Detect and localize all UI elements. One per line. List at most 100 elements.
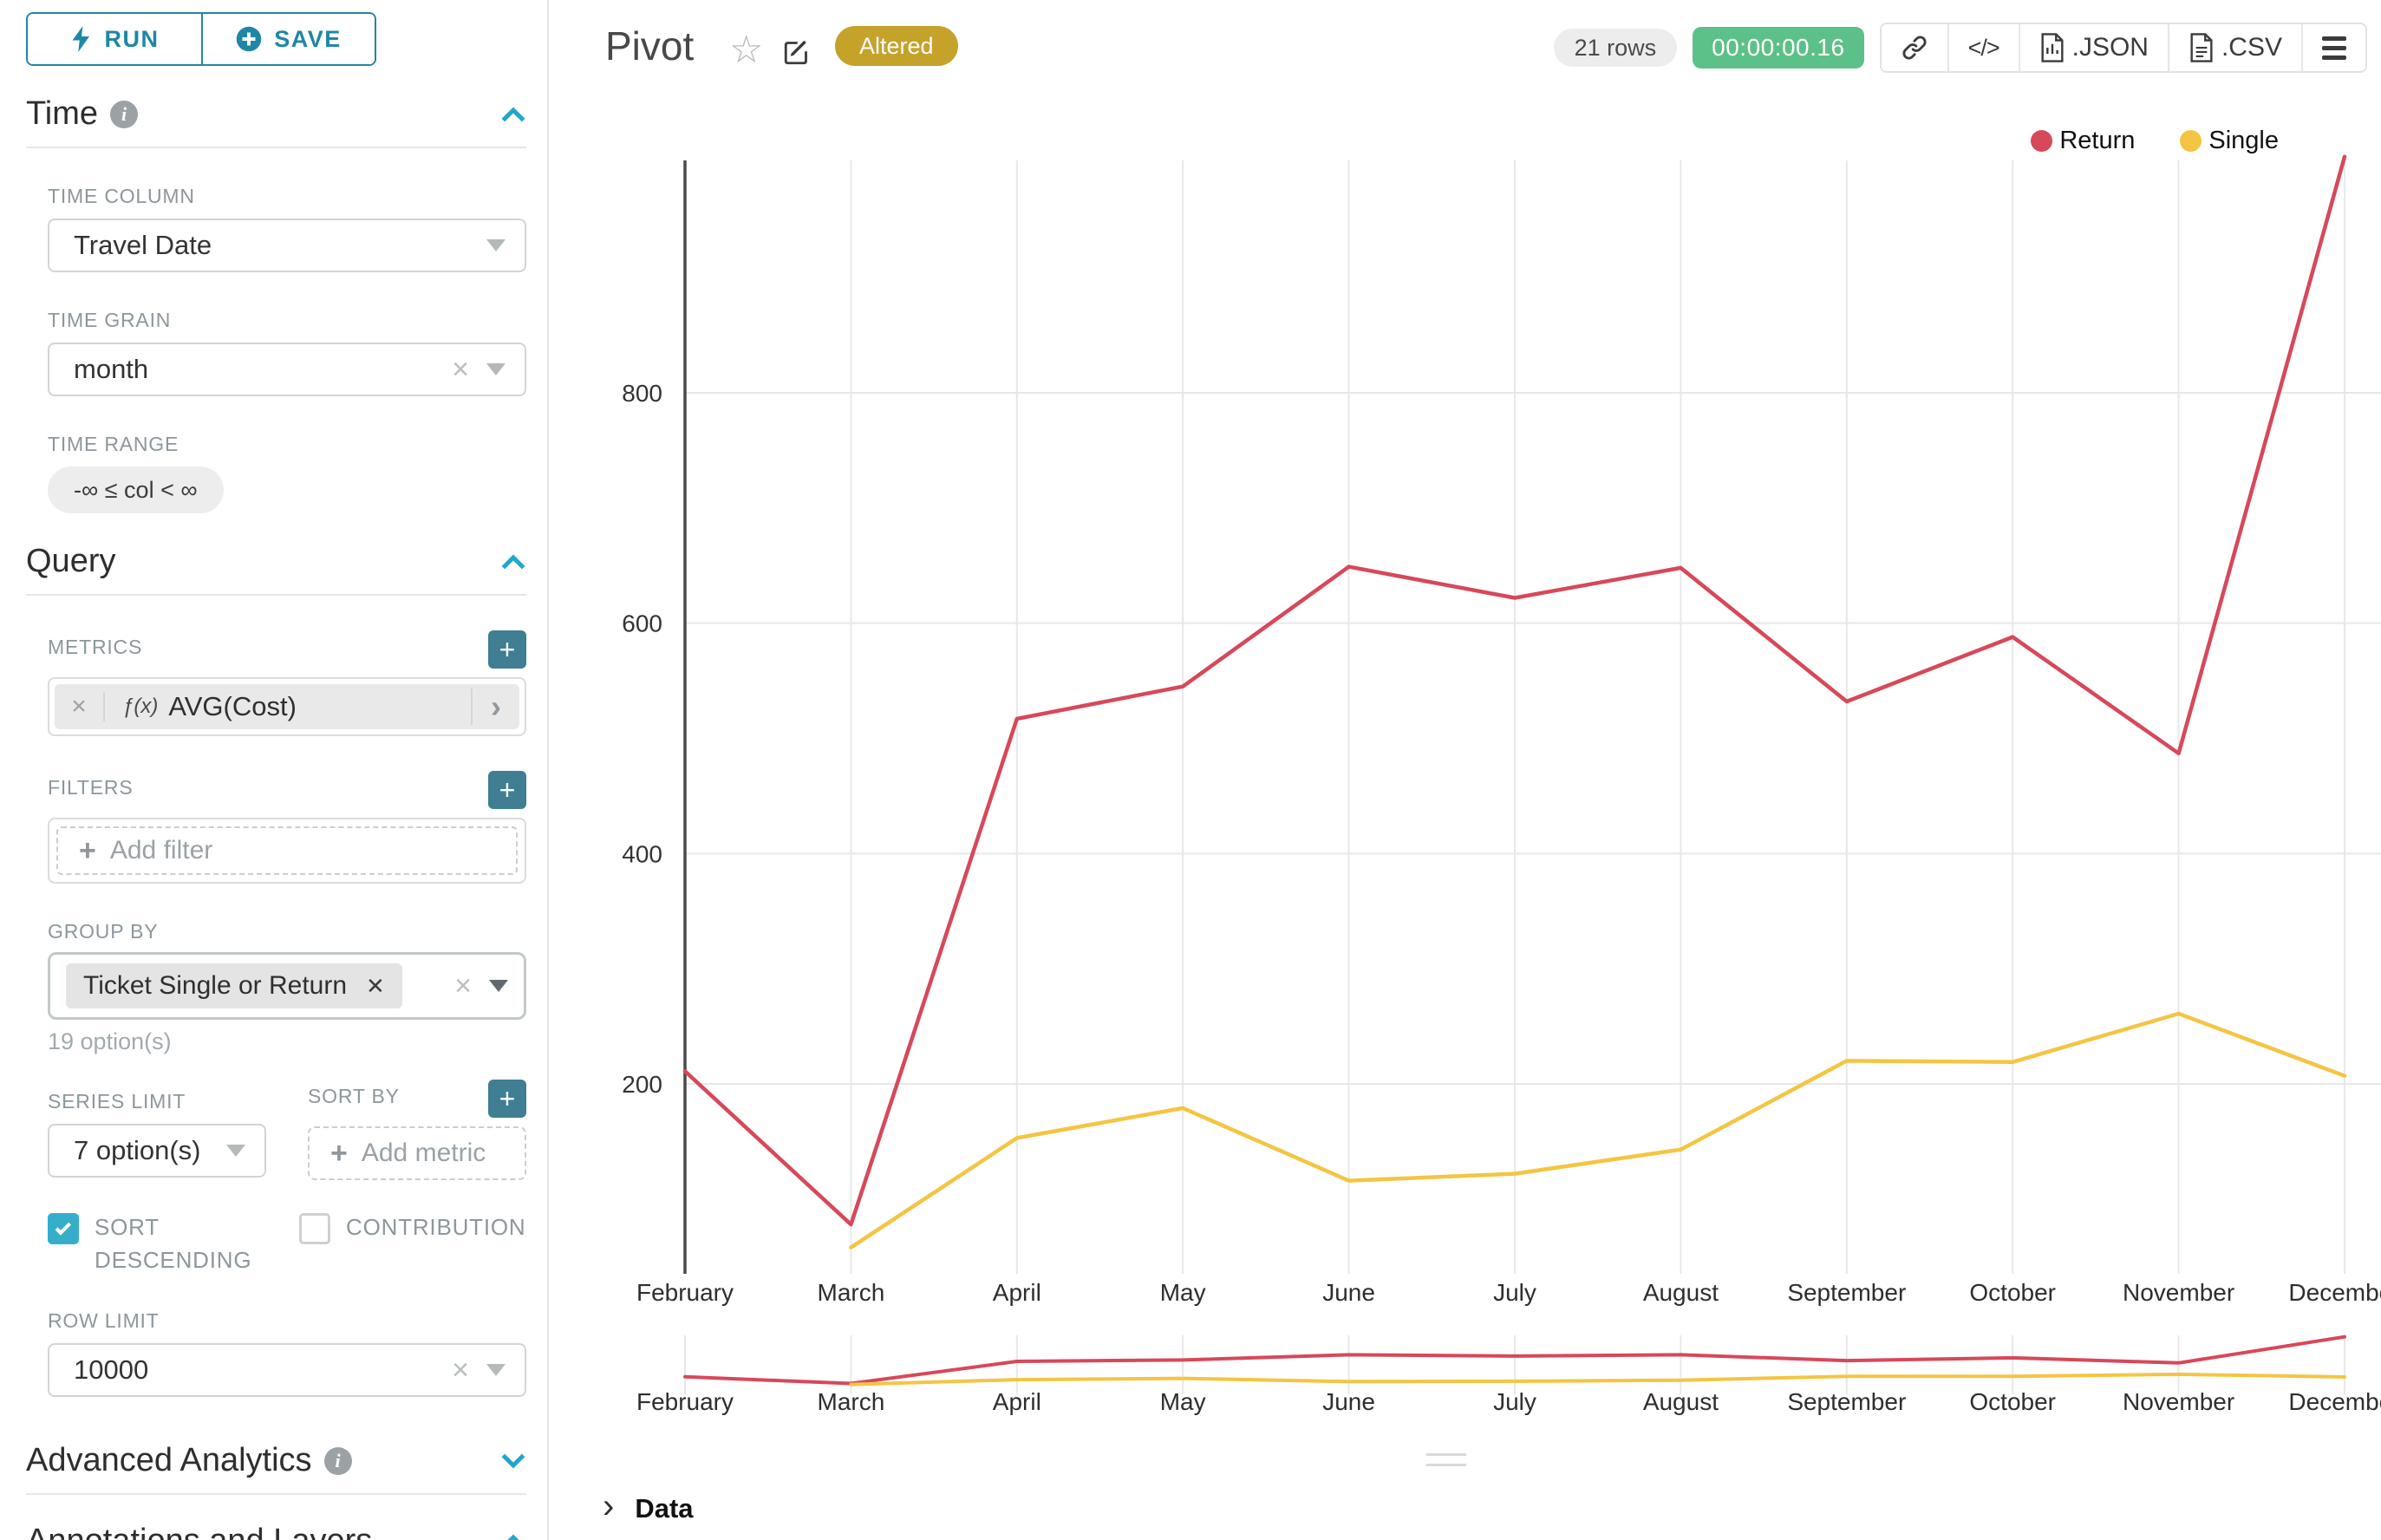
file-text-icon xyxy=(2189,33,2215,62)
favorite-star-icon[interactable]: ☆ xyxy=(729,28,763,72)
group-by-tag-label: Ticket Single or Return xyxy=(83,971,347,1001)
svg-text:November: November xyxy=(2123,1388,2234,1415)
group-by-tag[interactable]: Ticket Single or Return ✕ xyxy=(66,963,402,1008)
time-range-pill[interactable]: -∞ ≤ col < ∞ xyxy=(48,467,224,513)
time-column-field: TIME COLUMN Travel Date xyxy=(48,185,526,272)
sort-descending-checkbox[interactable]: SORT DESCENDING xyxy=(48,1211,275,1276)
menu-icon xyxy=(2322,36,2346,60)
export-json-label: .JSON xyxy=(2072,33,2149,62)
clear-icon[interactable]: × xyxy=(452,353,469,387)
svg-text:December: December xyxy=(2288,1388,2381,1415)
metric-pill[interactable]: × ƒ(x) AVG(Cost) › xyxy=(55,684,519,729)
annotations-layers-header[interactable]: Annotations and Layers xyxy=(26,1523,526,1540)
svg-text:July: July xyxy=(1493,1279,1536,1306)
svg-text:December: December xyxy=(2288,1279,2381,1306)
share-link-button[interactable] xyxy=(1882,24,1947,71)
header-actions: 21 rows 00:00:00.16 </> xyxy=(1554,23,2367,73)
svg-text:February: February xyxy=(636,1279,734,1306)
add-filter-placeholder: Add filter xyxy=(110,836,212,865)
group-by-options-hint: 19 option(s) xyxy=(48,1028,526,1055)
chevron-up-icon[interactable] xyxy=(500,106,526,123)
time-range-field: TIME RANGE -∞ ≤ col < ∞ xyxy=(48,433,526,513)
metric-value: AVG(Cost) xyxy=(168,691,471,722)
run-label: RUN xyxy=(105,26,160,53)
chevron-down-icon[interactable] xyxy=(500,1452,526,1470)
time-section-title: Time xyxy=(26,95,98,133)
time-grain-select[interactable]: month × xyxy=(48,343,526,396)
group-by-label: GROUP BY xyxy=(48,920,526,943)
svg-text:800: 800 xyxy=(622,380,662,407)
contribution-label: CONTRIBUTION xyxy=(346,1211,525,1244)
chevron-down-icon xyxy=(226,1145,245,1157)
time-range-label: TIME RANGE xyxy=(48,433,526,456)
data-section-title: Data xyxy=(635,1493,693,1524)
query-section-header[interactable]: Query xyxy=(26,543,526,596)
row-limit-label: ROW LIMIT xyxy=(48,1309,526,1333)
remove-tag-icon[interactable]: ✕ xyxy=(366,973,385,1000)
series-limit-select[interactable]: 7 option(s) xyxy=(48,1124,266,1178)
fx-icon: ƒ(x) xyxy=(122,695,158,719)
svg-text:October: October xyxy=(1969,1279,2056,1306)
plus-icon: + xyxy=(330,1137,348,1171)
svg-text:March: March xyxy=(818,1388,885,1415)
svg-text:August: August xyxy=(1643,1279,1719,1306)
annotations-layers-title: Annotations and Layers xyxy=(26,1523,372,1540)
add-filter-dropzone[interactable]: + Add filter xyxy=(56,826,518,875)
run-save-group: RUN SAVE xyxy=(26,12,376,66)
export-toolbar: </> .JSON .CSV xyxy=(1880,23,2367,73)
info-icon: i xyxy=(324,1447,352,1475)
export-csv-button[interactable]: .CSV xyxy=(2168,24,2301,71)
save-button[interactable]: SAVE xyxy=(201,14,375,64)
export-json-button[interactable]: .JSON xyxy=(2019,24,2168,71)
run-button[interactable]: RUN xyxy=(28,14,201,64)
chevron-right-icon: › xyxy=(603,1493,614,1519)
data-section-toggle[interactable]: › Data xyxy=(603,1493,694,1524)
sort-by-field: SORT BY + + Add metric xyxy=(308,1055,526,1180)
time-grain-value: month xyxy=(74,354,148,385)
time-section-header[interactable]: Time i xyxy=(26,95,526,148)
filters-field: FILTERS + + Add filter xyxy=(48,771,526,884)
expand-metric-icon[interactable]: › xyxy=(471,688,519,725)
add-filter-button[interactable]: + xyxy=(488,771,526,809)
resize-handle[interactable] xyxy=(1426,1453,1466,1474)
checkbox-icon[interactable] xyxy=(48,1213,79,1244)
checkbox-row: SORT DESCENDING CONTRIBUTION xyxy=(48,1211,526,1276)
time-column-value: Travel Date xyxy=(74,230,212,261)
contribution-checkbox[interactable]: CONTRIBUTION xyxy=(299,1211,526,1276)
svg-text:June: June xyxy=(1322,1388,1375,1415)
group-by-field: GROUP BY Ticket Single or Return ✕ × 19 … xyxy=(48,920,526,1055)
svg-text:September: September xyxy=(1787,1388,1906,1415)
save-label: SAVE xyxy=(274,26,342,53)
svg-text:April: April xyxy=(993,1279,1041,1306)
lightning-icon xyxy=(70,26,93,52)
view-query-button[interactable]: </> xyxy=(1947,24,2019,71)
chevron-up-icon[interactable] xyxy=(500,553,526,571)
clear-icon[interactable]: × xyxy=(452,1354,469,1387)
svg-text:600: 600 xyxy=(622,610,662,637)
svg-text:September: September xyxy=(1787,1279,1906,1306)
row-count-badge: 21 rows xyxy=(1554,29,1678,67)
add-metric-button[interactable]: + xyxy=(488,630,526,669)
clear-icon[interactable]: × xyxy=(454,969,472,1003)
plus-icon: + xyxy=(79,834,96,868)
svg-text:April: April xyxy=(993,1388,1041,1415)
sort-descending-label: SORT DESCENDING xyxy=(95,1211,275,1276)
add-sort-metric-dropzone[interactable]: + Add metric xyxy=(308,1126,526,1180)
time-column-select[interactable]: Travel Date xyxy=(48,219,526,272)
sort-by-label: SORT BY xyxy=(308,1085,400,1108)
add-sort-metric-button[interactable]: + xyxy=(488,1080,526,1118)
remove-metric-icon[interactable]: × xyxy=(55,692,105,721)
chevron-up-icon[interactable] xyxy=(500,1533,526,1540)
checkbox-icon[interactable] xyxy=(299,1213,330,1244)
group-by-select[interactable]: Ticket Single or Return ✕ × xyxy=(48,952,526,1020)
metrics-box: × ƒ(x) AVG(Cost) › xyxy=(48,677,526,736)
info-icon: i xyxy=(110,101,138,128)
advanced-analytics-header[interactable]: Advanced Analytics i xyxy=(26,1442,526,1495)
edit-title-icon[interactable] xyxy=(781,36,812,72)
row-limit-select[interactable]: 10000 × xyxy=(48,1343,526,1397)
row-limit-value: 10000 xyxy=(74,1354,148,1386)
chevron-down-icon xyxy=(486,1364,506,1376)
svg-text:February: February xyxy=(636,1388,734,1415)
chart-menu-button[interactable] xyxy=(2301,24,2365,71)
svg-text:October: October xyxy=(1969,1388,2056,1415)
